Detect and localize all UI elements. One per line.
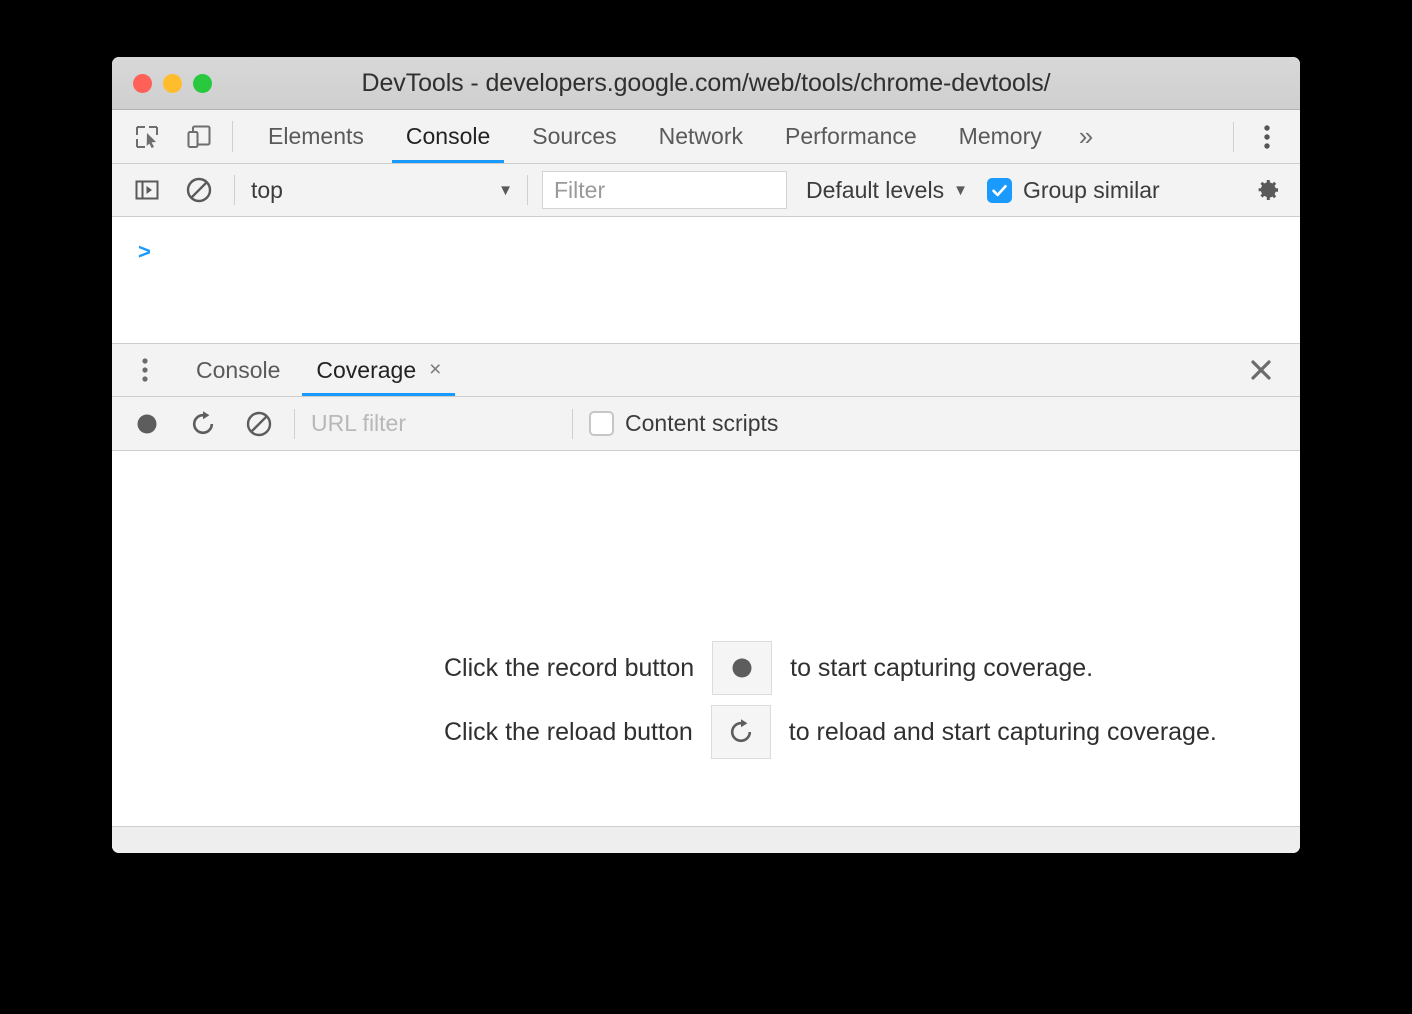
screenshot-root: DevTools - developers.google.com/web/too… bbox=[0, 0, 1412, 1014]
drawer-tabbar: Console Coverage × bbox=[112, 344, 1300, 397]
tab-performance[interactable]: Performance bbox=[764, 110, 938, 163]
close-coverage-tab-icon[interactable]: × bbox=[429, 358, 441, 382]
drawer-tab-console[interactable]: Console bbox=[178, 344, 298, 396]
drawer-tab-coverage[interactable]: Coverage × bbox=[298, 344, 459, 396]
toolbar-divider bbox=[527, 175, 528, 205]
chevron-down-icon: ▼ bbox=[953, 181, 968, 199]
group-similar-label: Group similar bbox=[1022, 176, 1160, 203]
tab-network-label: Network bbox=[658, 123, 743, 149]
window-titlebar: DevTools - developers.google.com/web/too… bbox=[112, 57, 1300, 110]
chevron-down-icon: ▼ bbox=[498, 181, 513, 199]
inspect-element-button[interactable] bbox=[128, 118, 166, 156]
console-prompt-icon: > bbox=[138, 239, 151, 264]
console-sidebar-toggle-icon bbox=[134, 177, 160, 203]
execution-context-value: top bbox=[251, 176, 283, 203]
toolbar-divider bbox=[294, 408, 295, 439]
toolbar-divider bbox=[232, 121, 233, 152]
device-toolbar-button[interactable] bbox=[180, 118, 218, 156]
panel-tabbar: Elements Console Sources Network Perform… bbox=[112, 110, 1300, 164]
coverage-clear-button[interactable] bbox=[240, 405, 278, 443]
toolbar-divider bbox=[572, 408, 573, 439]
inline-reload-button[interactable] bbox=[710, 705, 771, 759]
coverage-hint-reload: Click the reload button to reload and st… bbox=[444, 700, 1217, 764]
url-filter-placeholder: URL filter bbox=[311, 410, 406, 436]
console-toolbar: top ▼ Filter Default levels ▼ Group simi… bbox=[112, 164, 1300, 217]
clear-icon bbox=[245, 410, 273, 438]
close-window-button[interactable] bbox=[133, 73, 152, 93]
more-tabs-icon: » bbox=[1078, 121, 1094, 151]
coverage-hint-reload-text-before: Click the reload button bbox=[444, 717, 693, 746]
tab-sources-label: Sources bbox=[532, 123, 617, 149]
console-message-area[interactable]: > bbox=[112, 217, 1300, 344]
coverage-hint-reload-text-after: to reload and start capturing coverage. bbox=[788, 717, 1217, 746]
status-bar bbox=[112, 826, 1300, 853]
reload-icon bbox=[727, 718, 755, 746]
console-filter-placeholder: Filter bbox=[554, 176, 606, 203]
tab-console-label: Console bbox=[405, 123, 491, 149]
tab-sources[interactable]: Sources bbox=[511, 110, 637, 163]
coverage-record-button[interactable] bbox=[128, 405, 166, 443]
more-tabs-button[interactable]: » bbox=[1063, 110, 1109, 163]
panel-tabs: Elements Console Sources Network Perform… bbox=[247, 110, 1109, 163]
console-sidebar-toggle-button[interactable] bbox=[128, 171, 166, 209]
tab-performance-label: Performance bbox=[785, 123, 917, 149]
tab-network[interactable]: Network bbox=[638, 110, 764, 163]
log-levels-label: Default levels bbox=[806, 176, 945, 203]
clear-console-icon bbox=[185, 176, 213, 204]
inspect-element-icon bbox=[134, 124, 160, 150]
drawer-tab-coverage-label: Coverage bbox=[316, 356, 417, 383]
console-toolbar-right bbox=[1248, 171, 1300, 209]
minimize-window-button[interactable] bbox=[163, 73, 182, 93]
record-button-icon bbox=[134, 411, 160, 437]
panel-toolbar-right bbox=[1219, 110, 1300, 163]
window-controls bbox=[133, 73, 212, 93]
clear-console-button[interactable] bbox=[180, 171, 218, 209]
devtools-window: DevTools - developers.google.com/web/too… bbox=[112, 57, 1300, 853]
tab-elements-label: Elements bbox=[268, 123, 364, 149]
device-toolbar-icon bbox=[186, 124, 212, 150]
coverage-reload-button[interactable] bbox=[184, 405, 222, 443]
content-scripts-checkbox[interactable]: Content scripts bbox=[589, 410, 778, 437]
close-icon bbox=[1248, 357, 1274, 383]
tab-memory[interactable]: Memory bbox=[938, 110, 1063, 163]
url-filter-input[interactable]: URL filter bbox=[311, 405, 556, 443]
coverage-instructions: Click the record button to start capturi… bbox=[444, 636, 1217, 764]
coverage-empty-state: Click the record button to start capturi… bbox=[112, 451, 1300, 826]
coverage-toolbar: URL filter Content scripts bbox=[112, 397, 1300, 451]
kebab-menu-icon bbox=[141, 356, 149, 384]
reload-icon bbox=[189, 410, 217, 438]
zoom-window-button[interactable] bbox=[193, 73, 212, 93]
toolbar-divider bbox=[234, 175, 235, 205]
execution-context-selector[interactable]: top ▼ bbox=[251, 172, 519, 208]
drawer-close-area bbox=[1242, 344, 1300, 396]
settings-button[interactable] bbox=[1248, 171, 1286, 209]
tab-console[interactable]: Console bbox=[385, 110, 511, 163]
coverage-hint-record: Click the record button to start capturi… bbox=[444, 636, 1217, 700]
tab-memory-label: Memory bbox=[958, 123, 1042, 149]
coverage-hint-record-text-after: to start capturing coverage. bbox=[790, 653, 1094, 682]
tab-elements[interactable]: Elements bbox=[247, 110, 385, 163]
panel-toolbar-icons bbox=[112, 110, 218, 163]
drawer-tab-console-label: Console bbox=[196, 356, 281, 383]
record-button-icon bbox=[729, 655, 755, 681]
close-drawer-button[interactable] bbox=[1242, 351, 1280, 389]
content-scripts-label: Content scripts bbox=[625, 410, 779, 436]
main-menu-button[interactable] bbox=[1248, 118, 1286, 156]
gear-icon bbox=[1252, 175, 1282, 205]
inline-record-button[interactable] bbox=[712, 641, 773, 695]
checkbox-unchecked-icon bbox=[589, 411, 614, 436]
toolbar-divider bbox=[1233, 121, 1234, 152]
group-similar-checkbox[interactable]: Group similar bbox=[986, 176, 1160, 204]
checkbox-checked-icon bbox=[986, 177, 1012, 203]
console-filter-input[interactable]: Filter bbox=[542, 171, 787, 209]
drawer-menu-button[interactable] bbox=[126, 344, 164, 396]
coverage-hint-record-text-before: Click the record button bbox=[444, 653, 695, 682]
kebab-menu-icon bbox=[1263, 123, 1271, 151]
window-title: DevTools - developers.google.com/web/too… bbox=[361, 68, 1051, 97]
log-levels-dropdown[interactable]: Default levels ▼ bbox=[806, 177, 968, 204]
